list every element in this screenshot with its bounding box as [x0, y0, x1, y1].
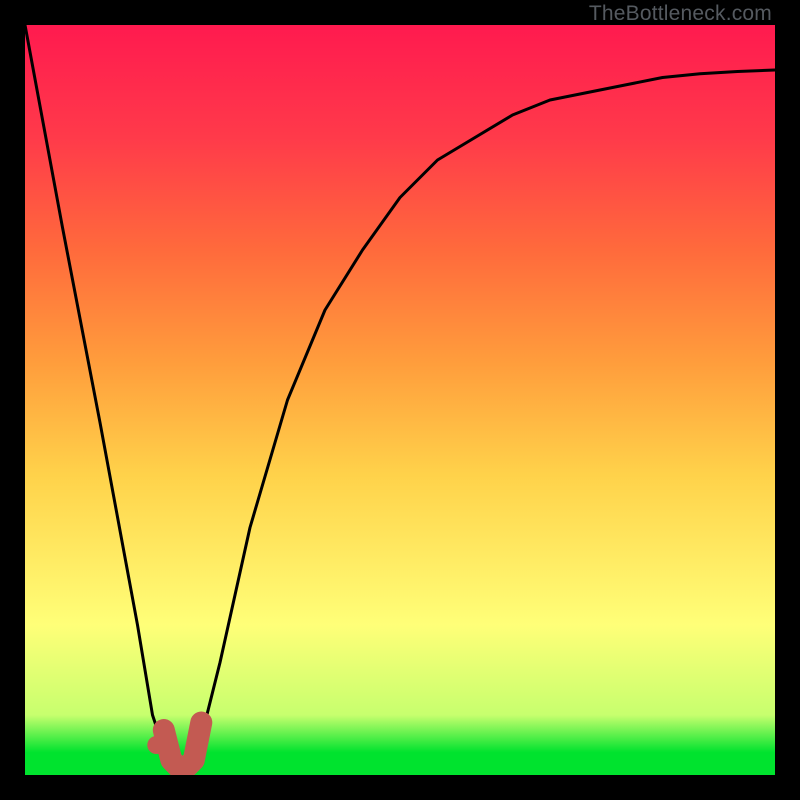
- bottleneck-curve-line: [25, 25, 775, 775]
- chart-area: [25, 25, 775, 775]
- hook-marker: [164, 723, 202, 772]
- bottleneck-chart: [25, 25, 775, 775]
- min-point-marker: [147, 736, 165, 754]
- watermark-label: TheBottleneck.com: [589, 2, 772, 26]
